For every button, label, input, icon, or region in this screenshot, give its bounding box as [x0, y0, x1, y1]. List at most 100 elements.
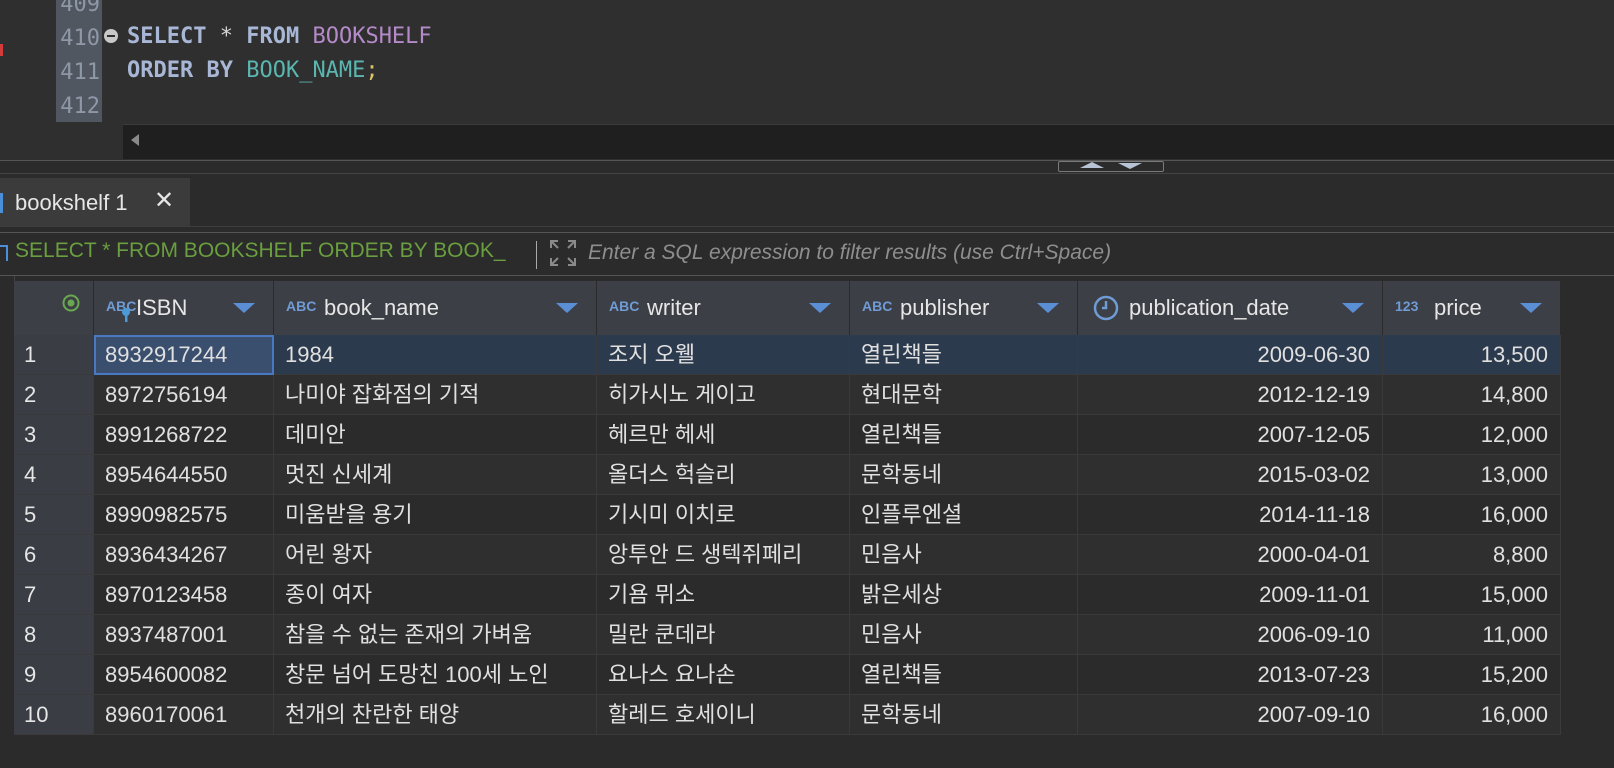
price-cell[interactable]: 11,000	[1383, 615, 1561, 655]
publisher-cell[interactable]: 민음사	[850, 615, 1078, 655]
isbn-cell[interactable]: 8990982575	[94, 495, 274, 535]
maximize-editor-arrow-icon[interactable]	[1080, 162, 1104, 168]
tab-bookshelf-1[interactable]: bookshelf 1 ✕	[0, 178, 190, 226]
column-header-price[interactable]: 123 price	[1383, 281, 1561, 335]
publication-date-cell[interactable]: 2006-09-10	[1078, 615, 1383, 655]
isbn-cell[interactable]: 8960170061	[94, 695, 274, 735]
price-cell[interactable]: 13,500	[1383, 335, 1561, 375]
publisher-cell[interactable]: 문학동네	[850, 455, 1078, 495]
book-name-cell[interactable]: 어린 왕자	[274, 535, 597, 575]
book-name-cell[interactable]: 종이 여자	[274, 575, 597, 615]
row-number-cell[interactable]: 8	[14, 615, 94, 655]
price-cell[interactable]: 8,800	[1383, 535, 1561, 575]
sort-chevron-icon[interactable]	[1520, 303, 1542, 313]
book-name-cell[interactable]: 멋진 신세계	[274, 455, 597, 495]
book-name-cell[interactable]: 1984	[274, 335, 597, 375]
sql-editor[interactable]: 409 410 411 412 SELECT * FROM BOOKSHELF …	[0, 0, 1614, 160]
sql-filter-input[interactable]	[588, 237, 1588, 269]
writer-cell[interactable]: 히가시노 게이고	[597, 375, 850, 415]
table-row[interactable]: 5 8990982575 미움받을 용기 기시미 이치로 인플루엔셜 2014-11-18…	[14, 495, 1574, 535]
price-cell[interactable]: 16,000	[1383, 495, 1561, 535]
panel-splitter[interactable]	[0, 160, 1614, 174]
publisher-cell[interactable]: 문학동네	[850, 695, 1078, 735]
row-number-cell[interactable]: 7	[14, 575, 94, 615]
table-row[interactable]: 3 8991268722 데미안 헤르만 헤세 열린책들 2007-12-05 12,000	[14, 415, 1574, 455]
isbn-cell[interactable]: 8936434267	[94, 535, 274, 575]
writer-cell[interactable]: 올더스 헉슬리	[597, 455, 850, 495]
maximize-results-arrow-icon[interactable]	[1118, 163, 1142, 169]
column-header-isbn[interactable]: ABC ISBN	[94, 281, 274, 335]
isbn-cell[interactable]: 8970123458	[94, 575, 274, 615]
horizontal-scrollbar[interactable]	[123, 124, 1614, 159]
publisher-cell[interactable]: 민음사	[850, 535, 1078, 575]
book-name-cell[interactable]: 참을 수 없는 존재의 가벼움	[274, 615, 597, 655]
table-row[interactable]: 4 8954644550 멋진 신세계 올더스 헉슬리 문학동네 2015-03-02 13…	[14, 455, 1574, 495]
table-row[interactable]: 9 8954600082 창문 넘어 도망친 100세 노인 요나스 요나손 열린책들 2…	[14, 655, 1574, 695]
price-cell[interactable]: 14,800	[1383, 375, 1561, 415]
publication-date-cell[interactable]: 2012-12-19	[1078, 375, 1383, 415]
writer-cell[interactable]: 기시미 이치로	[597, 495, 850, 535]
row-number-cell[interactable]: 6	[14, 535, 94, 575]
publisher-cell[interactable]: 열린책들	[850, 655, 1078, 695]
price-cell[interactable]: 15,000	[1383, 575, 1561, 615]
writer-cell[interactable]: 헤르만 헤세	[597, 415, 850, 455]
code-line-select[interactable]: SELECT * FROM BOOKSHELF	[127, 24, 432, 49]
collapse-fold-icon[interactable]	[104, 29, 118, 43]
writer-cell[interactable]: 조지 오웰	[597, 335, 850, 375]
price-cell[interactable]: 16,000	[1383, 695, 1561, 735]
table-row[interactable]: 10 8960170061 천개의 찬란한 태양 할레드 호세이니 문학동네 2007-0…	[14, 695, 1574, 735]
table-row[interactable]: 7 8970123458 종이 여자 기욤 뮈소 밝은세상 2009-11-01 15,00…	[14, 575, 1574, 615]
publisher-cell[interactable]: 인플루엔셜	[850, 495, 1078, 535]
isbn-cell[interactable]: 8937487001	[94, 615, 274, 655]
publication-date-cell[interactable]: 2000-04-01	[1078, 535, 1383, 575]
publication-date-cell[interactable]: 2007-09-10	[1078, 695, 1383, 735]
table-row[interactable]: 1 8932917244 1984 조지 오웰 열린책들 2009-06-30 13,500	[14, 335, 1574, 375]
column-header-publication-date[interactable]: publication_date	[1078, 281, 1383, 335]
writer-cell[interactable]: 기욤 뮈소	[597, 575, 850, 615]
column-header-publisher[interactable]: ABC publisher	[850, 281, 1078, 335]
sort-chevron-icon[interactable]	[233, 303, 255, 313]
code-line-order-by[interactable]: ORDER BY BOOK_NAME;	[127, 58, 379, 83]
row-number-cell[interactable]: 10	[14, 695, 94, 735]
publication-date-cell[interactable]: 2009-11-01	[1078, 575, 1383, 615]
table-row[interactable]: 6 8936434267 어린 왕자 앙투안 드 생텍쥐페리 민음사 2000-04-01…	[14, 535, 1574, 575]
isbn-cell[interactable]: 8954600082	[94, 655, 274, 695]
row-number-cell[interactable]: 3	[14, 415, 94, 455]
publication-date-cell[interactable]: 2015-03-02	[1078, 455, 1383, 495]
row-number-cell[interactable]: 4	[14, 455, 94, 495]
select-all-icon[interactable]	[62, 294, 80, 312]
sort-chevron-icon[interactable]	[556, 303, 578, 313]
publisher-cell[interactable]: 열린책들	[850, 335, 1078, 375]
row-number-cell[interactable]: 9	[14, 655, 94, 695]
row-number-cell[interactable]: 2	[14, 375, 94, 415]
expand-icon[interactable]	[548, 238, 578, 268]
writer-cell[interactable]: 밀란 쿤데라	[597, 615, 850, 655]
splitter-handle[interactable]	[1058, 161, 1164, 172]
publisher-cell[interactable]: 밝은세상	[850, 575, 1078, 615]
column-header-book-name[interactable]: ABC book_name	[274, 281, 597, 335]
publisher-cell[interactable]: 현대문학	[850, 375, 1078, 415]
book-name-cell[interactable]: 창문 넘어 도망친 100세 노인	[274, 655, 597, 695]
isbn-cell[interactable]: 8972756194	[94, 375, 274, 415]
row-number-header[interactable]	[14, 281, 94, 335]
book-name-cell[interactable]: 천개의 찬란한 태양	[274, 695, 597, 735]
writer-cell[interactable]: 요나스 요나손	[597, 655, 850, 695]
price-cell[interactable]: 12,000	[1383, 415, 1561, 455]
isbn-cell[interactable]: 8991268722	[94, 415, 274, 455]
close-icon[interactable]: ✕	[154, 188, 176, 212]
book-name-cell[interactable]: 나미야 잡화점의 기적	[274, 375, 597, 415]
sort-chevron-icon[interactable]	[1037, 303, 1059, 313]
book-name-cell[interactable]: 데미안	[274, 415, 597, 455]
table-row[interactable]: 2 8972756194 나미야 잡화점의 기적 히가시노 게이고 현대문학 2012-1…	[14, 375, 1574, 415]
publication-date-cell[interactable]: 2014-11-18	[1078, 495, 1383, 535]
price-cell[interactable]: 15,200	[1383, 655, 1561, 695]
scroll-left-arrow-icon[interactable]	[131, 134, 139, 146]
price-cell[interactable]: 13,000	[1383, 455, 1561, 495]
column-header-writer[interactable]: ABC writer	[597, 281, 850, 335]
row-number-cell[interactable]: 1	[14, 335, 94, 375]
row-number-cell[interactable]: 5	[14, 495, 94, 535]
results-grid[interactable]: ABC ISBN ABC book_name ABC writer ABC pu…	[14, 281, 1614, 768]
query-history-text[interactable]: SELECT * FROM BOOKSHELF ORDER BY BOOK_	[15, 239, 506, 263]
publisher-cell[interactable]: 열린책들	[850, 415, 1078, 455]
publication-date-cell[interactable]: 2007-12-05	[1078, 415, 1383, 455]
